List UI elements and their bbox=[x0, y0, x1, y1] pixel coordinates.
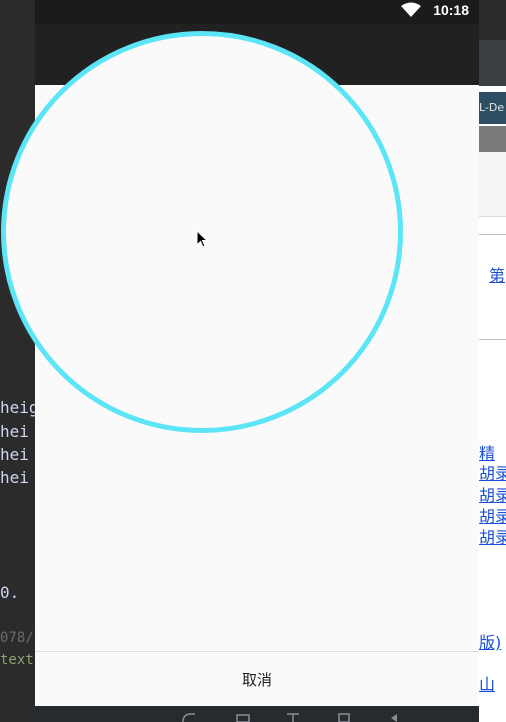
overview-icon[interactable] bbox=[337, 712, 353, 722]
browser-titlebar bbox=[479, 0, 506, 40]
link[interactable]: 胡录 bbox=[479, 524, 506, 548]
browser-tab[interactable]: L-De bbox=[479, 92, 506, 124]
link[interactable]: 山 bbox=[479, 671, 495, 695]
status-time: 10:18 bbox=[433, 2, 469, 18]
link[interactable]: 版) bbox=[479, 629, 501, 653]
back-icon[interactable] bbox=[181, 712, 197, 722]
volume-icon[interactable] bbox=[389, 712, 405, 722]
divider bbox=[479, 234, 506, 235]
recents-icon[interactable] bbox=[235, 712, 251, 722]
divider bbox=[479, 339, 506, 340]
cancel-button[interactable]: 取消 bbox=[242, 669, 272, 690]
browser-panel bbox=[479, 152, 506, 217]
code-line: hei bbox=[0, 445, 29, 464]
wifi-icon bbox=[401, 2, 421, 17]
status-bar: 10:18 bbox=[35, 0, 479, 24]
code-line: 0. bbox=[0, 583, 20, 602]
browser-bar bbox=[479, 126, 506, 152]
navigation-bar bbox=[35, 706, 479, 722]
code-line: text bbox=[0, 652, 34, 668]
browser-toolbar bbox=[479, 40, 506, 86]
code-line: hei bbox=[0, 422, 29, 441]
code-line: heig bbox=[0, 398, 39, 417]
link[interactable]: 胡录 bbox=[479, 460, 506, 484]
code-line: 078/ bbox=[0, 630, 34, 646]
code-line: hei bbox=[0, 468, 29, 487]
ide-background: heig hei hei hei 0. 078/ text bbox=[0, 0, 39, 722]
dialog-button-bar: 取消 bbox=[35, 652, 479, 706]
browser-background: L-De 第 精 胡录 胡录 胡录 胡录 版) 山 bbox=[479, 0, 506, 722]
home-icon[interactable] bbox=[285, 712, 301, 722]
mouse-cursor-icon bbox=[196, 230, 208, 248]
link[interactable]: 第 bbox=[489, 262, 505, 286]
